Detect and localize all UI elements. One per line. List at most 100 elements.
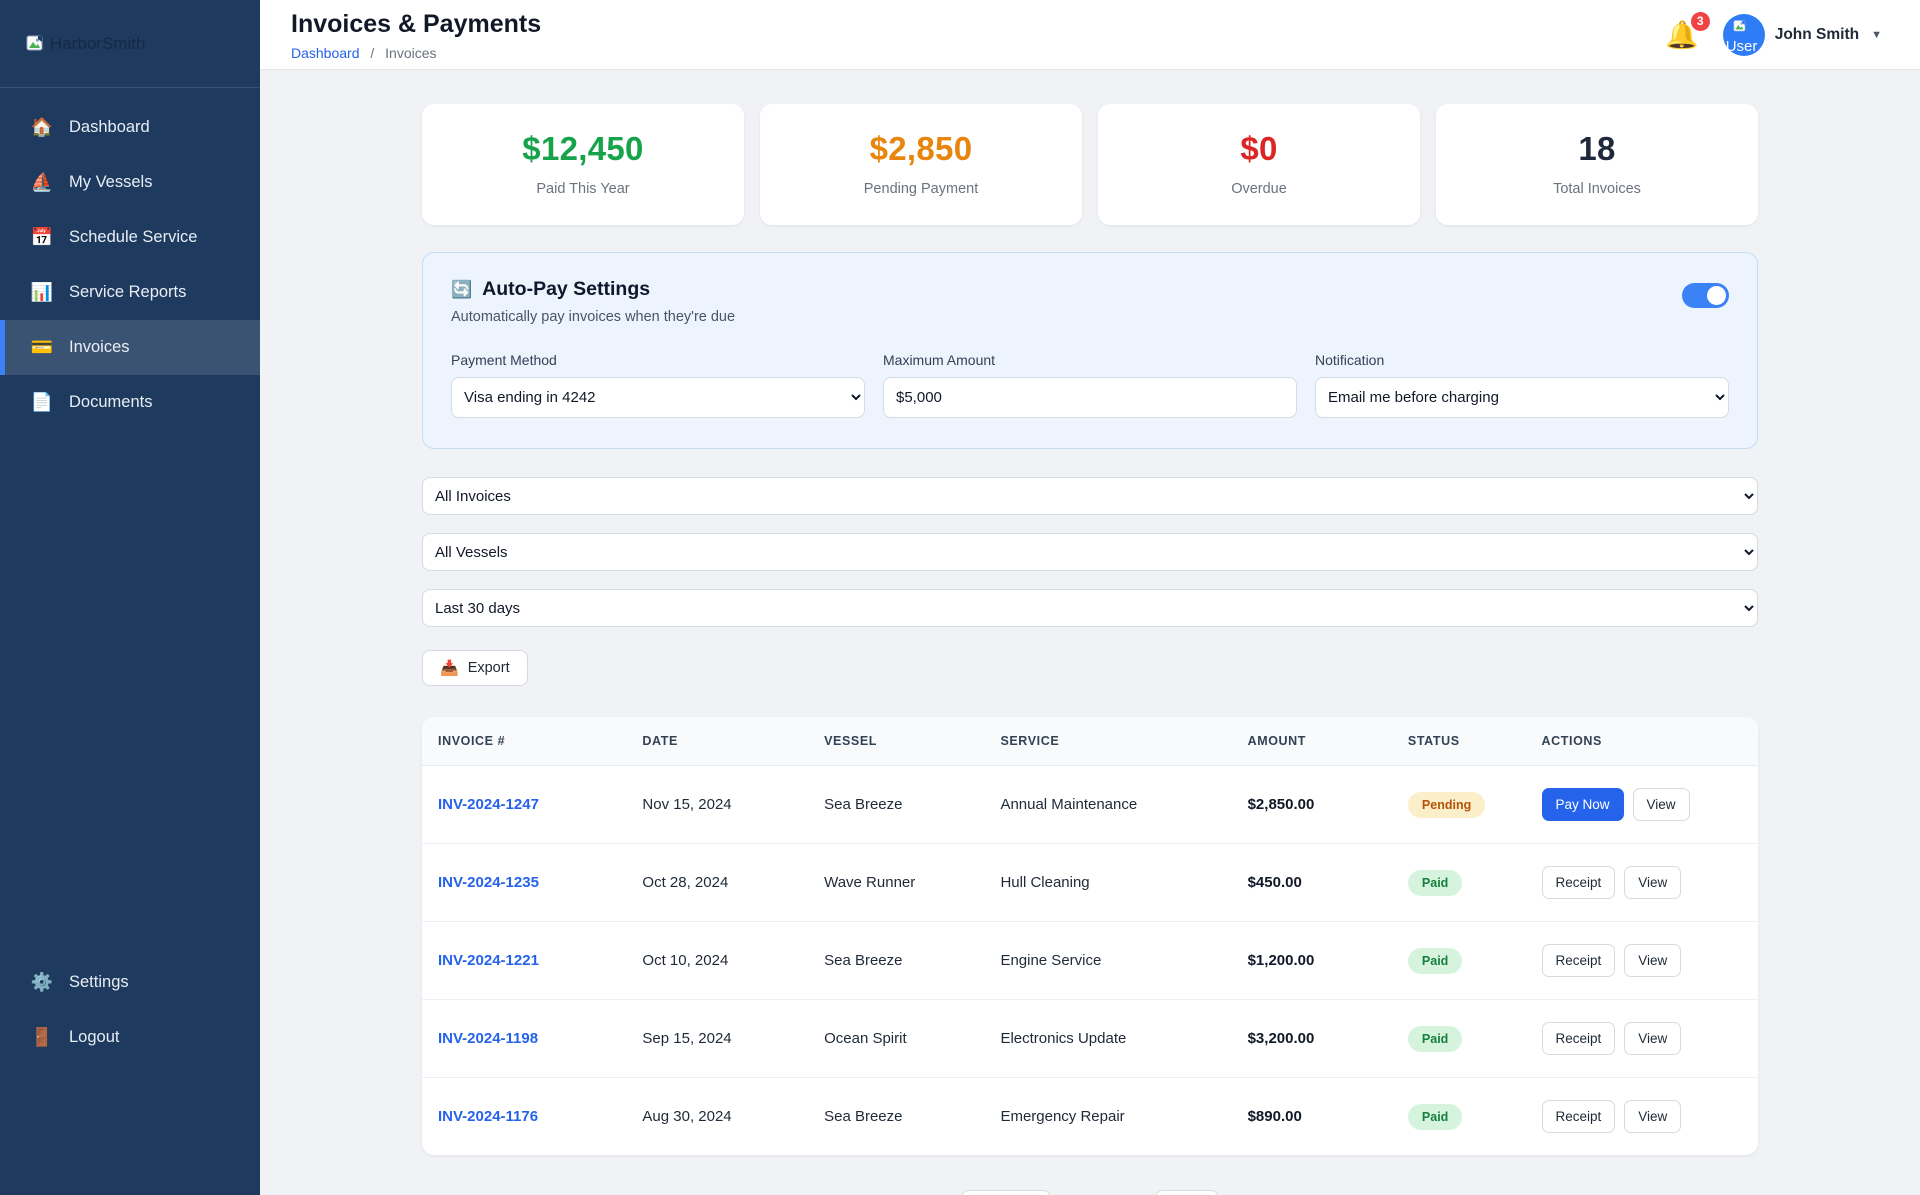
- export-button[interactable]: 📥 Export: [422, 650, 528, 686]
- payment-method-select[interactable]: Visa ending in 4242: [451, 377, 865, 418]
- status-badge: Paid: [1407, 1025, 1463, 1052]
- settings-icon: ⚙️: [30, 972, 54, 992]
- receipt-button[interactable]: Receipt: [1541, 1100, 1616, 1133]
- breadcrumb: Dashboard / Invoices: [291, 45, 541, 61]
- stat-value: $2,850: [869, 130, 973, 167]
- broken-image-icon: [26, 35, 46, 53]
- autopay-title: Auto-Pay Settings: [482, 278, 651, 300]
- row-actions: Receipt View: [1525, 921, 1758, 1000]
- column-header-amount: AMOUNT: [1231, 717, 1392, 766]
- invoice-status-filter[interactable]: All Invoices: [422, 477, 1758, 515]
- invoice-date: Nov 15, 2024: [642, 796, 732, 813]
- table-row: INV-2024-1221 Oct 10, 2024 Sea Breeze Engin…: [422, 921, 1758, 1000]
- invoice-date: Aug 30, 2024: [626, 1077, 809, 1155]
- invoice-vessel: Sea Breeze: [808, 921, 985, 1000]
- status-badge: Paid: [1407, 1103, 1463, 1130]
- invoice-amount: $1,200.00: [1247, 952, 1315, 969]
- column-header-actions: ACTIONS: [1525, 717, 1758, 766]
- documents-icon: 📄: [30, 392, 54, 412]
- stats-row: $12,450 Paid This Year $2,850 Pending Payme…: [422, 104, 1758, 225]
- sidebar-item-documents[interactable]: 📄 Documents: [0, 375, 260, 430]
- stat-card-pending-payment: $2,850 Pending Payment: [760, 104, 1082, 225]
- field-label: Maximum Amount: [883, 352, 996, 368]
- invoice-date: Oct 28, 2024: [626, 843, 809, 922]
- notification-select[interactable]: Email me before charging: [1315, 377, 1729, 418]
- invoice-vessel: Wave Runner: [808, 843, 985, 922]
- user-menu[interactable]: User John Smith ▼: [1722, 13, 1882, 56]
- vessel-filter[interactable]: All Vessels: [422, 533, 1758, 571]
- stat-label: Overdue: [1231, 181, 1287, 197]
- invoice-amount: $2,850.00: [1247, 796, 1315, 813]
- sidebar-item-logout[interactable]: 🚪 Logout: [0, 1010, 260, 1065]
- sidebar-item-label: Schedule Service: [69, 228, 198, 246]
- sidebar-item-label: My Vessels: [69, 173, 153, 191]
- next-page-button[interactable]: Next: [1155, 1190, 1220, 1195]
- sidebar-item-settings[interactable]: ⚙️ Settings: [0, 955, 260, 1010]
- receipt-button[interactable]: Receipt: [1541, 944, 1616, 977]
- column-header-date: DATE: [626, 717, 809, 766]
- invoice-date: Sep 15, 2024: [626, 999, 809, 1078]
- view-button[interactable]: View: [1632, 788, 1690, 821]
- main-column: Invoices & Payments Dashboard / Invoices…: [260, 0, 1920, 1195]
- breadcrumb-dashboard-link[interactable]: Dashboard: [291, 45, 360, 61]
- sidebar-item-dashboard[interactable]: 🏠 Dashboard: [0, 100, 260, 155]
- invoice-amount: $450.00: [1247, 874, 1302, 891]
- sidebar-item-invoices[interactable]: 💳 Invoices: [0, 320, 260, 375]
- sidebar-item-label: Dashboard: [69, 118, 150, 136]
- chevron-down-icon: ▼: [1871, 28, 1882, 41]
- invoices-table-card: INVOICE # DATE VESSEL SERVICE AMOUNT STATUS AC…: [422, 717, 1758, 1155]
- table-row: INV-2024-1176 Aug 30, 2024 Sea Breeze Emerg…: [422, 1077, 1758, 1155]
- notifications-button[interactable]: 🔔 3: [1665, 11, 1710, 51]
- invoice-vessel: Ocean Spirit: [808, 999, 985, 1078]
- broken-image-icon: [1733, 19, 1745, 31]
- row-actions: Pay Now View: [1526, 766, 1759, 844]
- invoice-service: Annual Maintenance: [1000, 796, 1138, 813]
- view-button[interactable]: View: [1624, 1100, 1682, 1133]
- view-button[interactable]: View: [1624, 866, 1682, 899]
- receipt-button[interactable]: Receipt: [1541, 866, 1616, 899]
- dashboard-icon: 🏠: [30, 117, 54, 137]
- invoice-link[interactable]: INV-2024-1198: [438, 1030, 538, 1047]
- content-area: $12,450 Paid This Year $2,850 Pending Payme…: [260, 70, 1920, 1195]
- field-label: Payment Method: [451, 352, 557, 368]
- stat-label: Paid This Year: [536, 181, 630, 197]
- row-actions: Receipt View: [1525, 1077, 1758, 1155]
- invoice-link[interactable]: INV-2024-1247: [438, 796, 539, 813]
- toggle-knob: [1707, 286, 1726, 305]
- sidebar-item-label: Documents: [69, 393, 153, 411]
- breadcrumb-separator: /: [370, 45, 375, 61]
- stat-card-paid-this-year: $12,450 Paid This Year: [422, 104, 744, 225]
- header-right: 🔔 3 User John Smith ▼: [1665, 11, 1882, 56]
- avatar-alt-text: User: [1725, 37, 1758, 55]
- maximum-amount-input[interactable]: [883, 377, 1297, 418]
- column-header-status: STATUS: [1391, 717, 1526, 766]
- invoice-link[interactable]: INV-2024-1221: [438, 952, 539, 969]
- invoice-link[interactable]: INV-2024-1176: [438, 1108, 538, 1125]
- autopay-toggle[interactable]: [1682, 283, 1729, 308]
- invoice-service: Hull Cleaning: [984, 843, 1232, 922]
- sidebar-item-service-reports[interactable]: 📊 Service Reports: [0, 265, 260, 320]
- date-range-filter[interactable]: Last 30 days: [422, 589, 1758, 627]
- field-notification: Notification Email me before charging: [1315, 352, 1729, 418]
- autopay-subtitle: Automatically pay invoices when they're …: [451, 309, 736, 325]
- pay-now-button[interactable]: Pay Now: [1541, 788, 1624, 821]
- autopay-panel: 🔄 Auto-Pay Settings Automatically pay in…: [422, 252, 1758, 449]
- autopay-icon: 🔄: [451, 279, 473, 299]
- status-badge: Paid: [1407, 869, 1463, 896]
- view-button[interactable]: View: [1624, 944, 1682, 977]
- autopay-fields: Payment Method Visa ending in 4242 Maximum…: [451, 352, 1729, 418]
- avatar: User: [1722, 13, 1765, 56]
- header-left: Invoices & Payments Dashboard / Invoices: [291, 8, 541, 61]
- invoice-link[interactable]: INV-2024-1235: [438, 874, 539, 891]
- sidebar-item-schedule-service[interactable]: 📅 Schedule Service: [0, 210, 260, 265]
- export-label: Export: [467, 660, 510, 676]
- column-header-service: SERVICE: [984, 717, 1232, 766]
- pagination: Previous Page 1 of 4 Next: [422, 1190, 1758, 1195]
- previous-page-button[interactable]: Previous: [960, 1190, 1052, 1195]
- sidebar-item-my-vessels[interactable]: ⛵ My Vessels: [0, 155, 260, 210]
- notification-badge: 3: [1690, 11, 1710, 31]
- receipt-button[interactable]: Receipt: [1541, 1022, 1616, 1055]
- stat-card-total-invoices: 18 Total Invoices: [1436, 104, 1758, 225]
- stat-label: Pending Payment: [863, 181, 979, 197]
- view-button[interactable]: View: [1624, 1022, 1682, 1055]
